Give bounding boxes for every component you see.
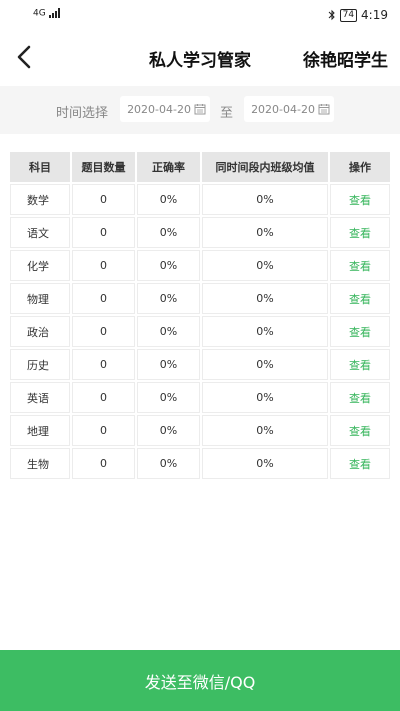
status-right: 74 4:19	[328, 8, 388, 22]
subject-cell: 历史	[10, 349, 70, 380]
count-cell: 0	[72, 217, 135, 248]
date-filter-label: 时间选择	[56, 106, 109, 121]
table-row: 生物 0 0% 0% 查看	[10, 448, 390, 479]
header-action: 操作	[330, 152, 390, 182]
subject-cell: 政治	[10, 316, 70, 347]
header-class-avg: 同时间段内班级均值	[202, 152, 328, 182]
view-link[interactable]: 查看	[330, 250, 390, 281]
calendar-icon	[318, 104, 330, 115]
stats-table-container: 科目 题目数量 正确率 同时间段内班级均值 操作 数学 0 0% 0% 查看 语文 0 0% 0…	[8, 150, 392, 481]
status-bar: 4G 74 4:19	[0, 0, 400, 30]
accuracy-cell: 0%	[137, 349, 200, 380]
status-time: 4:19	[361, 8, 388, 22]
table-row: 地理 0 0% 0% 查看	[10, 415, 390, 446]
signal-indicator: 4G	[33, 8, 63, 19]
subject-cell: 生物	[10, 448, 70, 479]
subject-cell: 化学	[10, 250, 70, 281]
stats-table: 科目 题目数量 正确率 同时间段内班级均值 操作 数学 0 0% 0% 查看 语文 0 0% 0…	[8, 150, 392, 481]
class-avg-cell: 0%	[202, 184, 328, 215]
start-date-picker[interactable]: 2020-04-20	[120, 96, 210, 122]
accuracy-cell: 0%	[137, 415, 200, 446]
accuracy-cell: 0%	[137, 316, 200, 347]
subject-cell: 语文	[10, 217, 70, 248]
count-cell: 0	[72, 184, 135, 215]
class-avg-cell: 0%	[202, 448, 328, 479]
view-link[interactable]: 查看	[330, 415, 390, 446]
count-cell: 0	[72, 448, 135, 479]
accuracy-cell: 0%	[137, 250, 200, 281]
signal-icon	[48, 8, 60, 18]
bluetooth-icon	[328, 9, 335, 21]
table-row: 语文 0 0% 0% 查看	[10, 217, 390, 248]
table-row: 化学 0 0% 0% 查看	[10, 250, 390, 281]
accuracy-cell: 0%	[137, 217, 200, 248]
view-link[interactable]: 查看	[330, 283, 390, 314]
nav-bar: 私人学习管家 徐艳昭学生	[0, 30, 400, 86]
accuracy-cell: 0%	[137, 283, 200, 314]
count-cell: 0	[72, 349, 135, 380]
view-link[interactable]: 查看	[330, 349, 390, 380]
network-type: 4G	[33, 8, 46, 19]
class-avg-cell: 0%	[202, 316, 328, 347]
subject-cell: 物理	[10, 283, 70, 314]
count-cell: 0	[72, 283, 135, 314]
table-row: 物理 0 0% 0% 查看	[10, 283, 390, 314]
header-subject: 科目	[10, 152, 70, 182]
table-row: 政治 0 0% 0% 查看	[10, 316, 390, 347]
count-cell: 0	[72, 415, 135, 446]
battery-icon: 74	[339, 8, 358, 22]
class-avg-cell: 0%	[202, 217, 328, 248]
class-avg-cell: 0%	[202, 349, 328, 380]
student-name: 徐艳昭学生	[303, 51, 388, 71]
class-avg-cell: 0%	[202, 382, 328, 413]
calendar-icon	[194, 104, 206, 115]
accuracy-cell: 0%	[137, 184, 200, 215]
class-avg-cell: 0%	[202, 250, 328, 281]
count-cell: 0	[72, 382, 135, 413]
subject-cell: 英语	[10, 382, 70, 413]
view-link[interactable]: 查看	[330, 382, 390, 413]
table-header-row: 科目 题目数量 正确率 同时间段内班级均值 操作	[10, 152, 390, 182]
view-link[interactable]: 查看	[330, 316, 390, 347]
view-link[interactable]: 查看	[330, 217, 390, 248]
accuracy-cell: 0%	[137, 448, 200, 479]
date-separator: 至	[220, 106, 234, 121]
header-count: 题目数量	[72, 152, 135, 182]
count-cell: 0	[72, 250, 135, 281]
accuracy-cell: 0%	[137, 382, 200, 413]
end-date-picker[interactable]: 2020-04-20	[244, 96, 334, 122]
subject-cell: 数学	[10, 184, 70, 215]
table-row: 英语 0 0% 0% 查看	[10, 382, 390, 413]
end-date-value: 2020-04-20	[251, 102, 315, 116]
send-to-wechat-qq-button[interactable]: 发送至微信/QQ	[0, 650, 400, 711]
subject-cell: 地理	[10, 415, 70, 446]
count-cell: 0	[72, 316, 135, 347]
view-link[interactable]: 查看	[330, 448, 390, 479]
view-link[interactable]: 查看	[330, 184, 390, 215]
header-accuracy: 正确率	[137, 152, 200, 182]
start-date-value: 2020-04-20	[127, 102, 191, 116]
date-filter-bar: 时间选择 2020-04-20 至 2020-04-20	[0, 86, 400, 134]
class-avg-cell: 0%	[202, 283, 328, 314]
table-row: 数学 0 0% 0% 查看	[10, 184, 390, 215]
table-row: 历史 0 0% 0% 查看	[10, 349, 390, 380]
class-avg-cell: 0%	[202, 415, 328, 446]
